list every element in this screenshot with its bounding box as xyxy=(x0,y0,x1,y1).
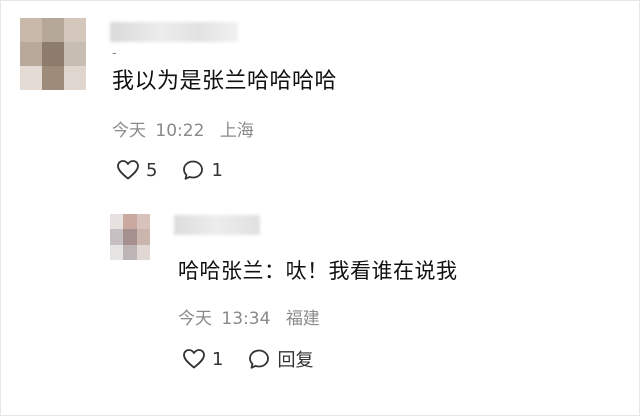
comment-date: 今天 xyxy=(112,121,146,141)
avatar-mosaic-cell xyxy=(20,18,42,42)
reply-count: 1 xyxy=(211,159,223,181)
avatar-mosaic-cell xyxy=(136,214,150,230)
reply-like-button[interactable]: 1 xyxy=(182,347,223,371)
avatar-mosaic-cell xyxy=(123,229,137,245)
comment-text: 我以为是张兰哈哈哈哈 xyxy=(112,69,338,94)
avatar-mosaic-cell xyxy=(123,244,137,260)
speech-bubble-icon xyxy=(249,349,270,369)
reply-username-blurred[interactable] xyxy=(174,215,260,235)
like-button[interactable]: 5 xyxy=(116,158,157,182)
heart-outline-icon xyxy=(183,349,205,369)
avatar-mosaic-cell xyxy=(110,214,124,230)
avatar-mosaic-cell xyxy=(42,66,64,90)
reply-like-count: 1 xyxy=(212,348,224,370)
like-count: 5 xyxy=(146,159,158,181)
heart-outline-icon xyxy=(117,160,139,180)
reply-actions: 1 回复 xyxy=(182,346,313,372)
reply-time: 13:34 xyxy=(221,309,271,329)
avatar-mosaic-cell xyxy=(64,42,86,66)
avatar-mosaic-cell xyxy=(42,18,64,42)
reply-count-button[interactable]: 1 xyxy=(181,158,223,182)
avatar-mosaic-cell xyxy=(42,42,64,66)
speech-bubble-icon xyxy=(183,160,204,180)
reply-button[interactable]: 回复 xyxy=(247,346,313,372)
username-suffix: - xyxy=(112,46,117,61)
reply-avatar[interactable] xyxy=(110,214,150,260)
reply-date: 今天 xyxy=(178,309,212,329)
comment-location: 上海 xyxy=(219,121,254,141)
avatar-mosaic-cell xyxy=(110,244,124,260)
avatar-mosaic-cell xyxy=(20,42,42,66)
comment-meta: 今天 10:22 上海 xyxy=(112,116,254,141)
reply-meta: 今天 13:34 福建 xyxy=(178,304,320,329)
avatar-mosaic-cell xyxy=(20,66,42,90)
username-blurred[interactable] xyxy=(110,22,238,42)
avatar-mosaic-cell xyxy=(136,229,150,245)
comment-time: 10:22 xyxy=(155,121,205,141)
reply-location: 福建 xyxy=(285,309,320,329)
avatar-mosaic-cell xyxy=(123,214,137,230)
avatar-mosaic-cell xyxy=(136,244,150,260)
comment-actions: 5 1 xyxy=(116,158,223,182)
avatar[interactable] xyxy=(20,18,86,90)
avatar-mosaic-cell xyxy=(110,229,124,245)
avatar-mosaic-cell xyxy=(64,66,86,90)
reply-label: 回复 xyxy=(277,350,314,371)
avatar-mosaic-cell xyxy=(64,18,86,42)
reply-text: 哈哈张兰：呔！我看谁在说我 xyxy=(178,259,458,283)
